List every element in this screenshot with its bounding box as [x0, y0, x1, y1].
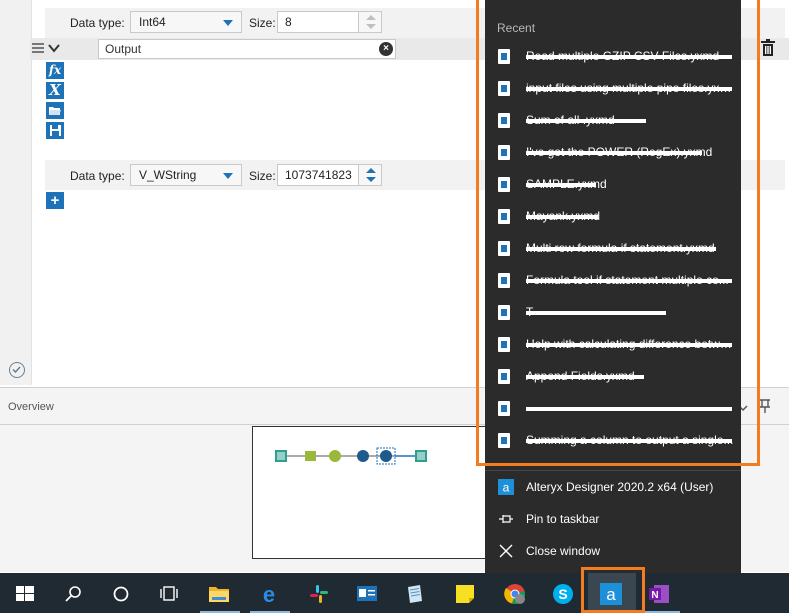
edge-icon: e	[263, 583, 275, 605]
skype-icon: S	[553, 584, 573, 604]
left-gutter	[0, 0, 32, 385]
collapse-chevron-icon[interactable]	[48, 42, 60, 54]
output-name-input[interactable]: Output	[98, 39, 396, 59]
onenote-icon: N	[649, 585, 669, 603]
datatype-label-1: Data type:	[70, 16, 125, 30]
multirow-tool-icon	[357, 450, 369, 462]
cortana-button[interactable]	[98, 573, 146, 613]
trash-icon[interactable]	[760, 39, 776, 57]
notepad-icon	[408, 585, 422, 603]
contact-card-icon	[357, 586, 377, 601]
pin-icon	[498, 511, 514, 527]
svg-text:e: e	[263, 583, 275, 605]
chrome-button[interactable]	[492, 573, 540, 613]
close-icon	[498, 543, 514, 559]
chevron-down-icon	[223, 20, 233, 26]
formula-tool-icon	[329, 450, 341, 462]
stepper-up-icon	[366, 168, 376, 173]
chevron-down-icon	[223, 173, 233, 179]
edge-button[interactable]: e	[246, 573, 294, 613]
task-view-icon	[160, 586, 178, 601]
size-label-2: Size:	[249, 169, 276, 183]
notepad-button[interactable]	[392, 573, 440, 613]
windows-taskbar: e S a N	[0, 573, 789, 613]
datatype-select-2[interactable]: V_WString	[130, 164, 242, 186]
stepper-up-icon	[366, 15, 376, 20]
alteryx-app-label: Alteryx Designer 2020.2 x64 (User)	[526, 480, 714, 494]
stepper-down-icon	[366, 24, 376, 29]
svg-text:a: a	[503, 481, 510, 495]
drag-handle-icon[interactable]	[32, 43, 44, 55]
slack-icon	[310, 585, 328, 603]
regex-tool-icon	[380, 450, 392, 462]
close-window-button[interactable]: Close window	[485, 536, 741, 566]
contact-card-button[interactable]	[344, 573, 392, 613]
workflow-thumbnail	[275, 447, 427, 465]
overview-title: Overview	[8, 401, 54, 413]
taskbar-search-button[interactable]	[50, 573, 98, 613]
select-tool-icon	[305, 451, 316, 461]
file-explorer-button[interactable]	[196, 573, 244, 613]
datatype-select-1[interactable]: Int64	[130, 11, 242, 33]
jumplist-divider	[485, 470, 741, 471]
pin-to-taskbar-button[interactable]: Pin to taskbar	[485, 504, 741, 534]
chrome-icon	[504, 584, 525, 604]
save-icon[interactable]	[46, 122, 64, 139]
close-window-label: Close window	[526, 544, 601, 558]
open-alteryx-button[interactable]: a Alteryx Designer 2020.2 x64 (User)	[485, 472, 741, 502]
stepper-down-icon	[366, 177, 376, 182]
variable-x-icon[interactable]: X	[46, 82, 64, 99]
sticky-note-icon	[456, 585, 474, 603]
highlight-annotation-box	[581, 567, 645, 613]
pin-to-taskbar-label: Pin to taskbar	[526, 512, 600, 526]
search-icon	[65, 586, 81, 602]
folder-icon	[209, 587, 229, 602]
slack-button[interactable]	[296, 573, 344, 613]
windows-start-button[interactable]	[2, 573, 50, 613]
sticky-notes-button[interactable]	[442, 573, 490, 613]
datatype-value-1: Int64	[139, 15, 166, 29]
overview-canvas[interactable]	[252, 426, 492, 559]
cortana-icon	[113, 586, 129, 602]
size-stepper-2[interactable]	[358, 164, 382, 186]
add-field-button[interactable]: +	[46, 192, 64, 209]
datatype-value-2: V_WString	[139, 168, 197, 182]
alteryx-icon: a	[498, 479, 514, 495]
size-stepper-1[interactable]	[358, 11, 382, 33]
svg-text:N: N	[651, 590, 658, 601]
task-view-button[interactable]	[146, 573, 194, 613]
svg-text:S: S	[558, 586, 567, 602]
highlight-annotation-box	[476, 0, 760, 466]
datatype-label-2: Data type:	[70, 169, 125, 183]
check-circle-icon[interactable]	[9, 362, 25, 378]
windows-logo-icon	[16, 586, 34, 601]
open-folder-icon[interactable]	[46, 102, 64, 119]
clear-icon[interactable]: ×	[379, 42, 393, 56]
size-input-2[interactable]: 1073741823	[277, 164, 359, 186]
size-label-1: Size:	[249, 16, 276, 30]
formula-fx-icon[interactable]: fx	[46, 62, 64, 79]
size-input-1[interactable]: 8	[277, 11, 359, 33]
